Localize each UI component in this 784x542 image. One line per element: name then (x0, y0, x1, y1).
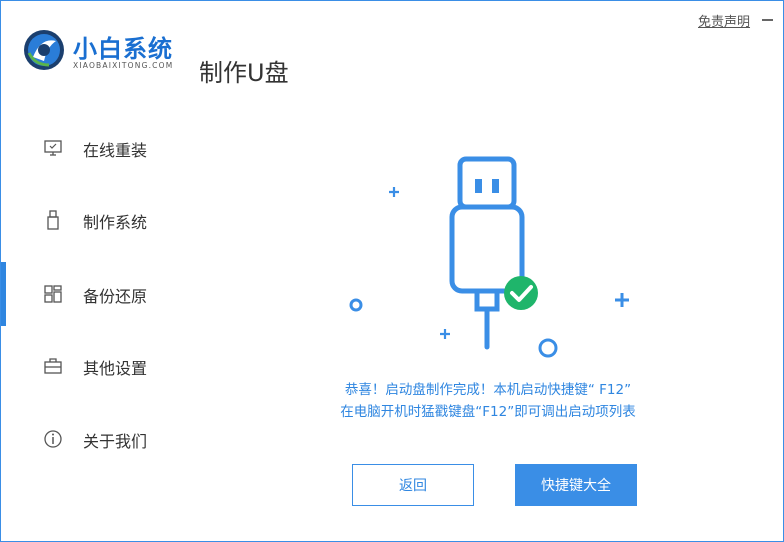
success-message: 恭喜！启动盘制作完成！本机启动快捷键“ F12” 在电脑开机时猛戳键盘“F12”… (323, 379, 653, 423)
disclaimer-link[interactable]: 免责声明 (698, 11, 750, 30)
grid-icon (44, 285, 62, 303)
sidebar-item-label: 其他设置 (83, 359, 148, 378)
sidebar-item-label: 在线重装 (83, 141, 148, 160)
briefcase-icon (44, 358, 62, 374)
message-line-1: 恭喜！启动盘制作完成！本机启动快捷键“ F12” (344, 382, 632, 398)
back-button[interactable]: 返回 (352, 464, 474, 506)
minimize-button[interactable] (761, 10, 775, 24)
sidebar-item-about-us[interactable]: 关于我们 (1, 414, 191, 464)
message-line-2: 在电脑开机时猛戳键盘“F12”即可调出启动项列表 (340, 404, 636, 420)
info-icon (44, 430, 62, 448)
logo-icon (24, 30, 64, 70)
sidebar-item-other-settings[interactable]: 其他设置 (1, 341, 191, 391)
sidebar-item-online-reinstall[interactable]: 在线重装 (1, 123, 191, 173)
sidebar-item-label: 关于我们 (83, 432, 148, 451)
brand-name: 小白系统 (73, 35, 173, 63)
sidebar-item-backup-restore[interactable]: 备份还原 (1, 262, 191, 326)
sidebar-item-label: 备份还原 (83, 287, 148, 306)
brand-domain: XIAOBAIXITONG.COM (73, 61, 174, 70)
app-window: 免责声明 小白系统 XIAOBAIXITONG.COM 制作U盘 在线重装 制作… (0, 0, 784, 542)
shortcut-keys-button[interactable]: 快捷键大全 (515, 464, 637, 506)
sidebar-item-make-system[interactable]: 制作系统 (1, 195, 191, 245)
sidebar-item-label: 制作系统 (83, 213, 148, 232)
usb-drive-icon (47, 210, 59, 230)
page-title: 制作U盘 (199, 59, 289, 87)
usb-success-illustration (349, 156, 629, 358)
monitor-icon (44, 140, 62, 156)
